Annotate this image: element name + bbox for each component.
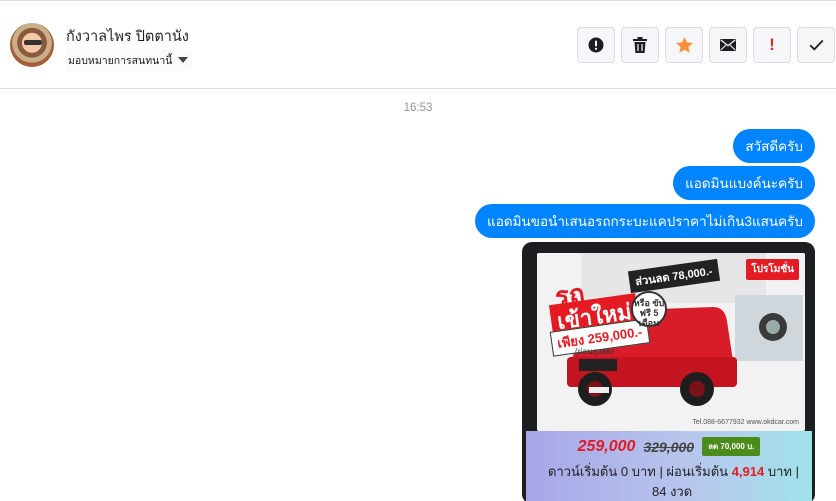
price-row: 259,000 329,000 ลด 70,000 บ. (526, 437, 812, 456)
follow-up-button[interactable]: ! (753, 27, 791, 63)
conversation-header: กังวาลไพร ปิตตานัง มอบหมายการสนทนานี้ ! (0, 0, 836, 89)
caret-down-icon (178, 57, 189, 63)
mark-unread-button[interactable] (709, 27, 747, 63)
assign-conversation-dropdown[interactable]: มอบหมายการสนทนานี้ (66, 49, 193, 71)
price-old: 329,000 (643, 438, 695, 455)
check-icon (809, 39, 823, 51)
contact-name[interactable]: กังวาลไพร ปิตตานัง (66, 25, 189, 48)
message-timestamp: 16:53 (403, 102, 433, 114)
message-bubble[interactable]: แอดมินขอนำเสนอรถกระบะแคปราคาไม่เกิน3แสนค… (475, 204, 815, 238)
ad-image: โปรโมชั่น ส่วนลด 78,000.- รถ เข้าใหม่ เพ… (537, 253, 805, 431)
star-button[interactable] (665, 27, 703, 63)
envelope-icon (720, 39, 736, 51)
ad-contact: Tel.088-6677932 www.okdcar.com (692, 419, 799, 426)
price-save-badge: ลด 70,000 บ. (702, 437, 761, 456)
delete-button[interactable] (621, 27, 659, 63)
trash-icon (633, 37, 647, 53)
installment-amount: 4,914 (731, 464, 765, 479)
terms-suffix: บาท | (764, 464, 799, 479)
star-icon (675, 37, 693, 53)
ad-stamp: หรือ ขับฟรี 5 เดือน (631, 291, 667, 328)
image-attachment[interactable]: โปรโมชั่น ส่วนลด 78,000.- รถ เข้าใหม่ เพ… (522, 242, 815, 501)
ad-terms: ดาวน์เริ่มต้น 0 บาท | ผ่อนเริ่มต้น 4,914… (548, 461, 799, 482)
mark-done-button[interactable] (797, 27, 835, 63)
promo-badge: โปรโมชั่น (746, 259, 799, 280)
price-new: 259,000 (577, 437, 636, 455)
terms-prefix: ดาวน์เริ่มต้น 0 บาท | ผ่อนเริ่มต้น (548, 464, 732, 479)
ad-price-panel: 259,000 329,000 ลด 70,000 บ. ดาวน์เริ่มต… (526, 431, 812, 501)
conversation-actions: ! (577, 27, 835, 63)
assign-label: มอบหมายการสนทนานี้ (68, 54, 173, 67)
spam-button[interactable] (577, 27, 615, 63)
message-bubble[interactable]: แอดมินแบงค์นะครับ (673, 166, 815, 200)
message-bubble[interactable]: สวัสดีครับ (733, 129, 815, 163)
alert-circle-icon (588, 37, 604, 53)
ad-fine-print: (ผ่อนสูงสุด) (575, 347, 615, 356)
ad-terms-line2: 84 งวด (652, 484, 693, 499)
exclamation-icon: ! (769, 35, 775, 54)
avatar[interactable] (10, 23, 54, 67)
